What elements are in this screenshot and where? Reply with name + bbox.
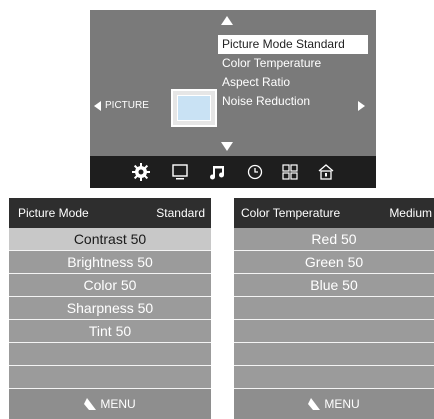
setting-row-color[interactable]: Color 50 xyxy=(9,274,211,297)
setting-row-tint[interactable]: Tint 50 xyxy=(9,320,211,343)
settings-list: Red 50 Green 50 Blue 50 xyxy=(234,228,434,389)
setting-row-green[interactable]: Green 50 xyxy=(234,251,434,274)
picture-mode-panel: Picture Mode Standard Contrast 50 Bright… xyxy=(9,198,211,419)
menu-item-color-temperature[interactable]: Color Temperature xyxy=(218,54,368,73)
panel-header: Picture Mode Standard xyxy=(9,198,211,228)
scroll-up-arrow[interactable] xyxy=(221,16,233,25)
setting-row-blue[interactable]: Blue 50 xyxy=(234,274,434,297)
panel-title: Color Temperature xyxy=(241,206,341,220)
menu-item-aspect-ratio[interactable]: Aspect Ratio xyxy=(218,73,368,92)
panel-title: Picture Mode xyxy=(18,206,89,220)
panel-header: Color Temperature Medium xyxy=(234,198,434,228)
panel-value[interactable]: Standard xyxy=(156,206,205,220)
setting-row-sharpness[interactable]: Sharpness 50 xyxy=(9,297,211,320)
menu-icon-bar xyxy=(90,156,376,188)
menu-label: MENU xyxy=(100,397,136,411)
setting-row-empty xyxy=(9,366,211,389)
category-nav-left[interactable]: PICTURE xyxy=(94,100,149,111)
menu-item-picture-mode[interactable]: Picture Mode Standard xyxy=(218,35,368,54)
menu-footer[interactable]: MENU xyxy=(234,389,434,419)
panel-value[interactable]: Medium xyxy=(389,206,432,220)
gear-icon[interactable] xyxy=(131,162,151,182)
setting-row-empty xyxy=(234,366,434,389)
menu-label: MENU xyxy=(324,397,360,411)
music-note-icon[interactable] xyxy=(207,162,227,182)
lock-icon[interactable] xyxy=(316,162,336,182)
setting-row-empty xyxy=(234,297,434,320)
return-arrow-icon xyxy=(84,398,97,410)
picture-menu-list: Picture Mode Standard Color Temperature … xyxy=(218,35,368,111)
right-arrow-icon[interactable] xyxy=(358,101,365,111)
category-label: PICTURE xyxy=(105,100,149,111)
picture-preview xyxy=(171,89,217,127)
scroll-down-arrow[interactable] xyxy=(221,142,233,151)
picture-osd-menu: Picture Mode Standard Color Temperature … xyxy=(90,10,376,188)
left-arrow-icon xyxy=(94,100,101,111)
setting-row-contrast[interactable]: Contrast 50 xyxy=(9,228,211,251)
setting-row-red[interactable]: Red 50 xyxy=(234,228,434,251)
setting-row-empty xyxy=(234,343,434,366)
clock-icon[interactable] xyxy=(245,162,265,182)
grid-icon[interactable] xyxy=(280,162,300,182)
return-arrow-icon xyxy=(308,398,321,410)
menu-item-noise-reduction[interactable]: Noise Reduction xyxy=(218,92,368,111)
setting-row-brightness[interactable]: Brightness 50 xyxy=(9,251,211,274)
setting-row-empty xyxy=(9,343,211,366)
setting-row-empty xyxy=(234,320,434,343)
color-temperature-panel: Color Temperature Medium Red 50 Green 50… xyxy=(234,198,434,419)
monitor-icon[interactable] xyxy=(170,162,190,182)
settings-list: Contrast 50 Brightness 50 Color 50 Sharp… xyxy=(9,228,211,389)
menu-footer[interactable]: MENU xyxy=(9,389,211,419)
